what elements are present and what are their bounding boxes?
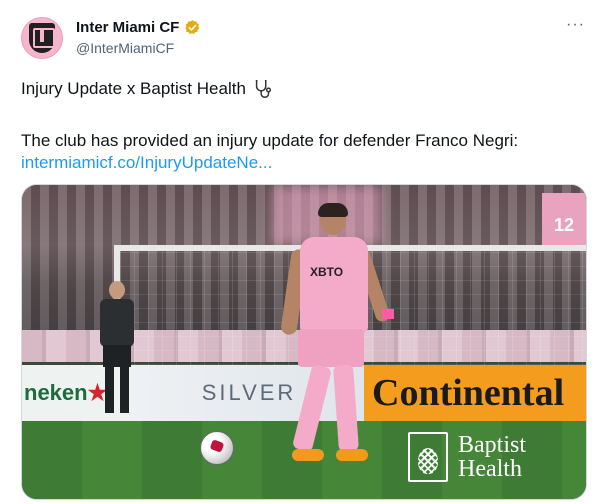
tweet-text-line1-row: Injury Update x Baptist Health <box>21 78 274 100</box>
tweet-link[interactable]: intermiamicf.co/InjuryUpdateNe... <box>21 153 272 173</box>
tweet-card[interactable]: Inter Miami CF @InterMiamiCF ··· Injury … <box>0 0 604 504</box>
board-continental: Continental <box>364 365 586 421</box>
tweet-media-image[interactable]: 12 neken ★ SILVER Continental XBTO Bapti… <box>21 184 587 500</box>
author-name-row: Inter Miami CF <box>76 19 201 36</box>
account-handle[interactable]: @InterMiamiCF <box>76 40 174 56</box>
display-name[interactable]: Inter Miami CF <box>76 19 179 36</box>
soccer-ball <box>200 431 234 465</box>
tweet-text-line2: The club has provided an injury update f… <box>21 131 519 150</box>
stethoscope-icon <box>255 79 271 98</box>
pineapple-icon <box>408 432 448 482</box>
player-shirt-sponsor: XBTO <box>310 265 344 279</box>
board-heineken-text: neken <box>24 380 88 405</box>
avatar[interactable] <box>21 17 63 59</box>
scoreboard: 12 <box>542 193 586 249</box>
sponsor-logo-line1: Baptist <box>458 432 527 458</box>
goalkeeper-figure <box>94 281 142 421</box>
tweet-text-line1: Injury Update x Baptist Health <box>21 79 246 98</box>
verified-badge-icon <box>185 20 200 34</box>
baptist-health-logo: Baptist Health <box>408 431 554 483</box>
sponsor-logo-line2: Health <box>458 456 522 482</box>
player-figure: XBTO <box>274 203 394 465</box>
inter-miami-crest-icon <box>29 23 55 53</box>
more-options-button[interactable]: ··· <box>566 17 585 33</box>
